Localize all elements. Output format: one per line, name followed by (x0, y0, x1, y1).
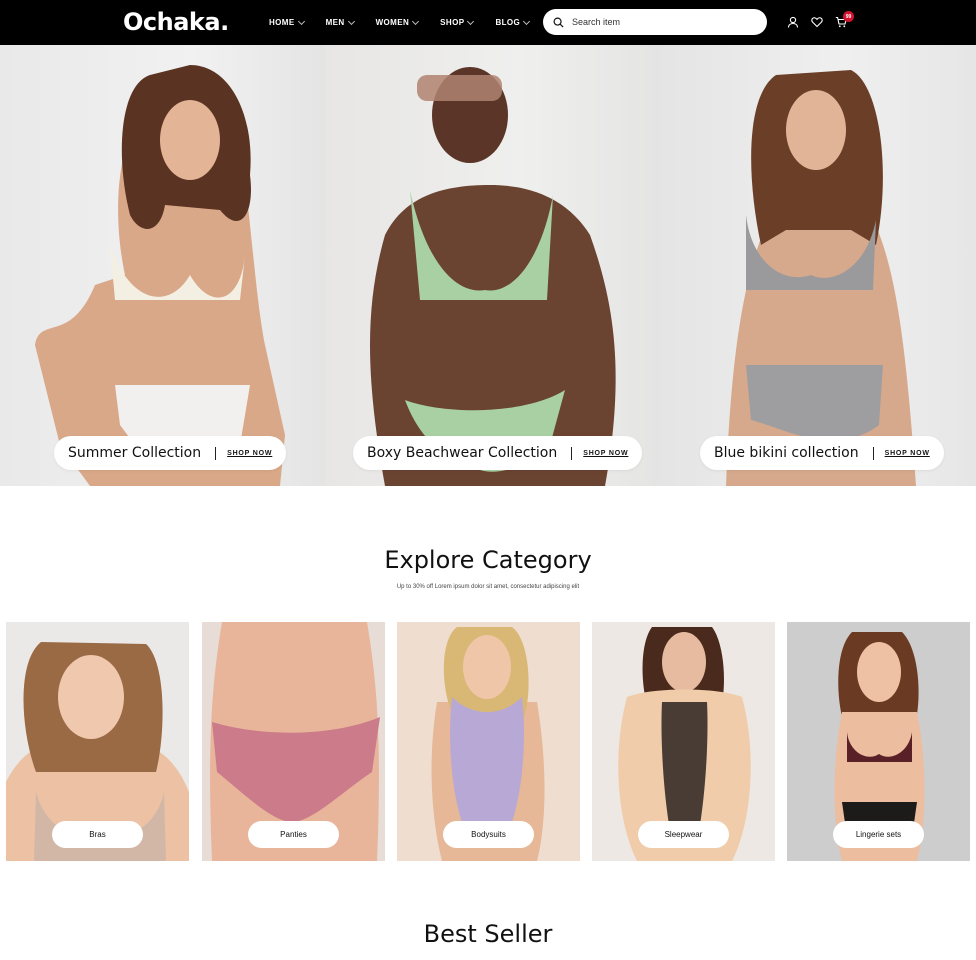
hero-panel-bikini[interactable]: Blue bikini collection SHOP NOW (651, 45, 976, 486)
search-input[interactable] (570, 16, 750, 28)
model-image (370, 67, 616, 486)
divider (571, 446, 573, 460)
hero-panel-summer[interactable]: Summer Collection SHOP NOW (0, 45, 325, 486)
category-card-bras[interactable]: Bras (6, 622, 189, 861)
nav-blog[interactable]: BLOG (495, 17, 531, 27)
shop-now-link[interactable]: SHOP NOW (885, 450, 930, 457)
divider (215, 446, 217, 460)
nav-shop-label: SHOP (440, 18, 465, 27)
nav-men-label: MEN (325, 18, 345, 27)
nav-women[interactable]: WOMEN (375, 17, 420, 27)
model-image (35, 65, 285, 486)
explore-category-title: Explore Category (384, 546, 592, 574)
category-card-lingerie-sets[interactable]: Lingerie sets (787, 622, 970, 861)
hero-panel-beachwear[interactable]: Boxy Beachwear Collection SHOP NOW (325, 45, 651, 486)
hero-caption-pill: Blue bikini collection SHOP NOW (700, 436, 944, 470)
shop-now-link[interactable]: SHOP NOW (583, 450, 628, 457)
chevron-down-icon (523, 17, 531, 25)
shop-now-link[interactable]: SHOP NOW (227, 450, 272, 457)
model-image (726, 70, 916, 486)
logo[interactable]: Ochaka. (123, 8, 229, 36)
nav-blog-label: BLOG (495, 18, 521, 27)
hero-title: Summer Collection (68, 445, 202, 461)
chevron-down-icon (412, 17, 420, 25)
chevron-down-icon (297, 17, 305, 25)
best-seller-title: Best Seller (423, 920, 553, 948)
hero-caption-pill: Summer Collection SHOP NOW (54, 436, 287, 470)
category-label-pill[interactable]: Lingerie sets (833, 821, 924, 848)
category-label-pill[interactable]: Panties (248, 821, 339, 848)
chevron-down-icon (467, 17, 475, 25)
nav-home-label: HOME (269, 18, 295, 27)
hero-title: Blue bikini collection (714, 445, 859, 461)
category-card-sleepwear[interactable]: Sleepwear (592, 622, 775, 861)
nav-shop[interactable]: SHOP (440, 17, 475, 27)
explore-category-subtitle: Up to 30% off Lorem ipsum dolor sit amet… (396, 584, 580, 590)
category-card-panties[interactable]: Panties (202, 622, 385, 861)
nav-home[interactable]: HOME (269, 17, 305, 27)
top-navigation-bar: Ochaka. HOME MEN WOMEN SHOP BLOG 99 (0, 0, 976, 45)
nav-men[interactable]: MEN (325, 17, 355, 27)
category-card-bodysuits[interactable]: Bodysuits (397, 622, 580, 861)
category-label-pill[interactable]: Bodysuits (443, 821, 534, 848)
user-icon[interactable] (787, 16, 799, 28)
chevron-down-icon (347, 17, 355, 25)
heart-icon[interactable] (811, 16, 823, 28)
hero-banner: Summer Collection SHOP NOW Boxy Beachwea… (0, 45, 976, 486)
search-bar[interactable] (543, 9, 767, 35)
main-nav: HOME MEN WOMEN SHOP BLOG (269, 0, 531, 45)
category-label-pill[interactable]: Bras (52, 821, 143, 848)
cart-count-badge: 99 (843, 11, 854, 22)
divider (872, 446, 874, 460)
nav-women-label: WOMEN (375, 18, 410, 27)
hero-caption-pill: Boxy Beachwear Collection SHOP NOW (353, 436, 643, 470)
hero-title: Boxy Beachwear Collection (367, 445, 558, 461)
category-label-pill[interactable]: Sleepwear (638, 821, 729, 848)
search-icon (553, 17, 564, 28)
